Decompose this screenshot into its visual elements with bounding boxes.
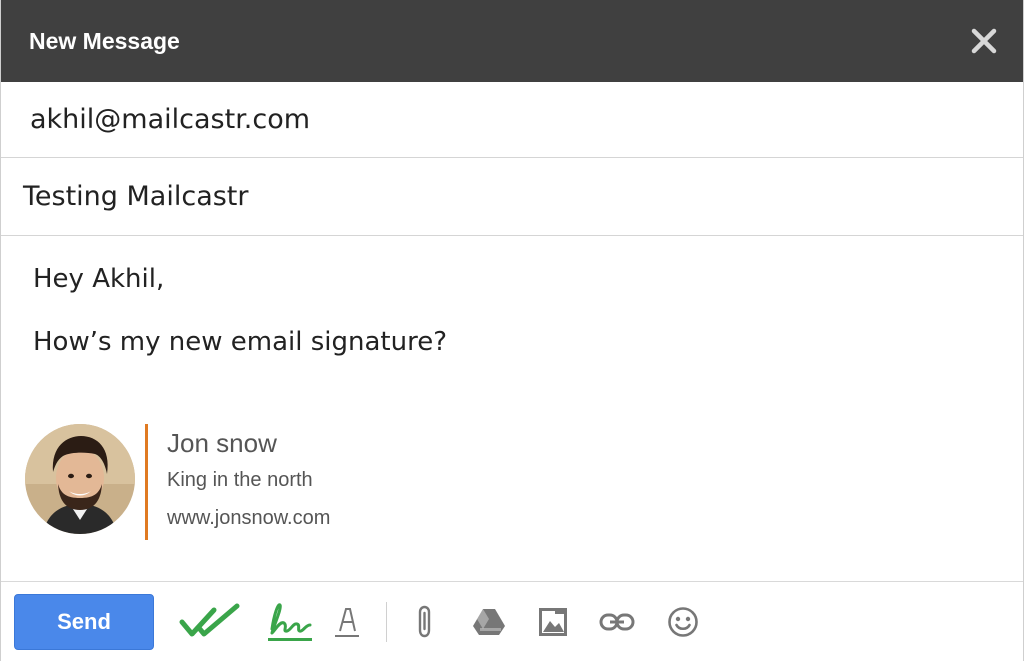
signature-details: Jon snow King in the north www.jonsnow.c… (167, 424, 330, 530)
email-signature: Jon snow King in the north www.jonsnow.c… (25, 424, 330, 540)
compose-window: New Message akhil@mailcastr.com Testing … (0, 0, 1024, 661)
signature-website[interactable]: www.jonsnow.com (167, 507, 330, 530)
close-icon[interactable] (967, 24, 1001, 58)
drive-icon[interactable] (469, 597, 509, 647)
title-bar: New Message (1, 0, 1023, 82)
send-button[interactable]: Send (14, 593, 154, 650)
signature-name: Jon snow (167, 428, 277, 458)
insert-photo-icon[interactable] (533, 597, 573, 647)
link-icon[interactable] (597, 597, 637, 647)
toolbar-separator (386, 601, 387, 642)
emoji-icon[interactable] (663, 597, 703, 647)
attach-icon[interactable] (405, 597, 445, 647)
compose-toolbar: Send (1, 581, 1023, 661)
body-line-question: How’s my new email signature? (33, 327, 448, 357)
message-body[interactable]: Hey Akhil, How’s my new email signature? (1, 236, 1023, 581)
double-check-icon[interactable] (178, 597, 242, 647)
subject-field[interactable]: Testing Mailcastr (1, 158, 1023, 236)
signature-avatar (25, 424, 135, 534)
to-field[interactable]: akhil@mailcastr.com (1, 82, 1023, 158)
body-line-greeting: Hey Akhil, (33, 264, 165, 294)
text-format-icon[interactable] (328, 597, 366, 647)
signature-icon[interactable] (266, 597, 314, 647)
window-title: New Message (29, 27, 180, 54)
signature-divider (145, 424, 148, 540)
signature-role: King in the north (167, 469, 313, 491)
